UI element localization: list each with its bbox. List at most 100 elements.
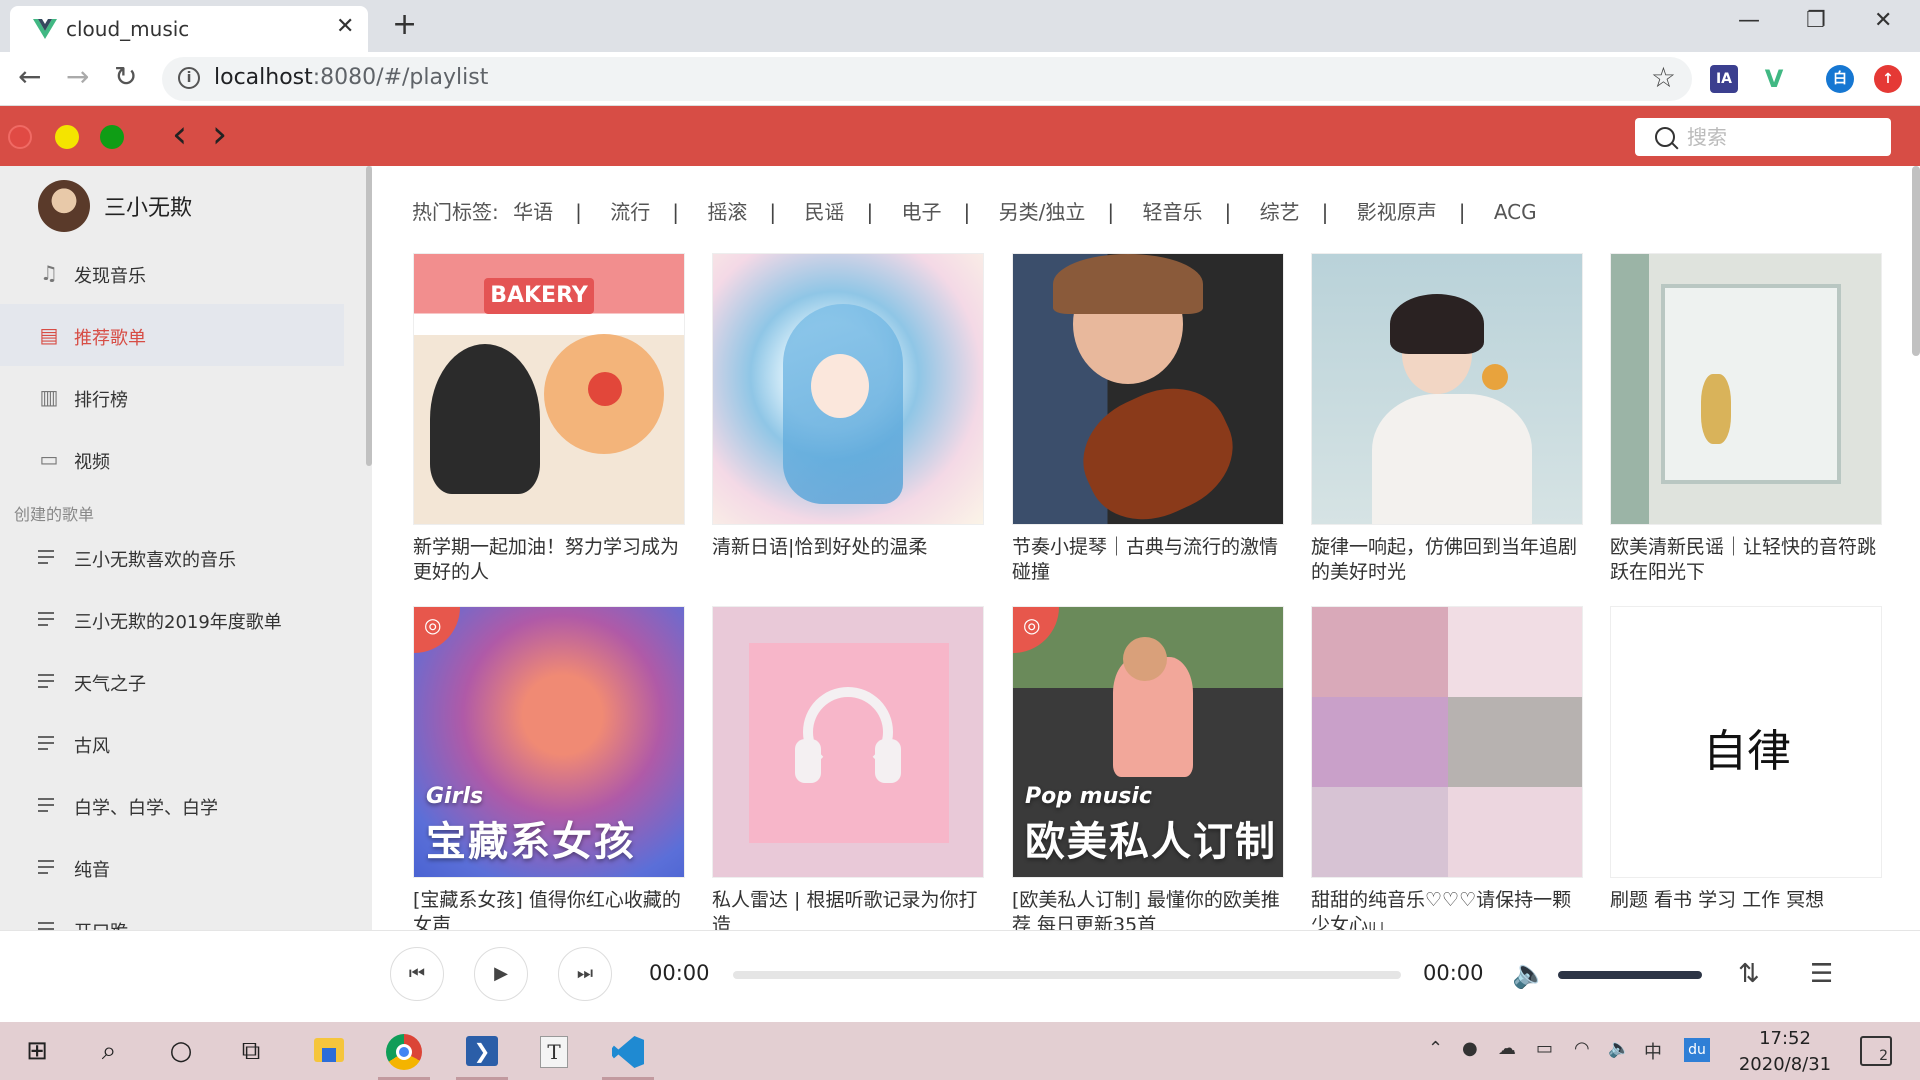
tag-item[interactable]: 影视原声	[1357, 200, 1437, 224]
sidebar-playlist-item[interactable]: 三小无欺的2019年度歌单	[0, 588, 344, 650]
playlist-title[interactable]: [宝藏系女孩] 值得你红心收藏的女声	[413, 888, 685, 930]
battery-icon[interactable]: ▭	[1536, 1038, 1553, 1059]
playlist-card[interactable]: 旋律一响起，仿佛回到当年追剧的美好时光	[1311, 253, 1583, 585]
browser-tab[interactable]: cloud_music ✕	[10, 6, 368, 52]
task-view-icon[interactable]: ⧉	[234, 1034, 268, 1068]
notification-icon[interactable]: 2	[1860, 1036, 1892, 1066]
cortana-icon[interactable]: ○	[164, 1034, 198, 1068]
playlist-card[interactable]: ◎ Pop music 欧美私人订制 [欧美私人订制] 最懂你的欧美推荐 每日更…	[1012, 606, 1284, 930]
playlist-card[interactable]: ◎ Girls 宝藏系女孩 [宝藏系女孩] 值得你红心收藏的女声	[413, 606, 685, 930]
playlist-queue-icon[interactable]: ☰	[1810, 959, 1833, 989]
close-tab-icon[interactable]: ✕	[336, 14, 354, 39]
playlist-cover[interactable]	[712, 253, 984, 525]
url-text[interactable]: localhost:8080/#/playlist	[214, 65, 488, 90]
sidebar-playlist-item[interactable]: 白学、白学、白学	[0, 774, 344, 836]
search-icon[interactable]: ⌕	[92, 1034, 126, 1068]
playlist-card[interactable]: 欧美清新民谣｜让轻快的音符跳跃在阳光下	[1610, 253, 1882, 585]
play-order-icon[interactable]: ⇅	[1738, 959, 1760, 989]
avatar[interactable]	[38, 180, 90, 232]
ia-extension-icon[interactable]: IA	[1710, 65, 1738, 93]
playlist-card[interactable]: 私人雷达 | 根据听歌记录为你打造	[712, 606, 984, 930]
reload-icon[interactable]: ↻	[114, 62, 137, 92]
playlist-cover[interactable]	[1012, 253, 1284, 525]
update-extension-icon[interactable]: ↑	[1874, 65, 1902, 93]
minimize-window-icon[interactable]: —	[1738, 8, 1760, 33]
tag-item[interactable]: 轻音乐	[1143, 200, 1203, 224]
playlist-title[interactable]: 甜甜的纯音乐♡♡♡请保持一颗少女心ய	[1311, 888, 1583, 930]
main-scrollbar[interactable]	[1912, 166, 1920, 356]
volume-icon[interactable]: 🔈	[1512, 957, 1547, 990]
file-explorer-icon[interactable]	[300, 1028, 356, 1080]
playlist-title[interactable]: 旋律一响起，仿佛回到当年追剧的美好时光	[1311, 535, 1583, 585]
playlist-title[interactable]: 刷题 看书 学习 工作 冥想	[1610, 888, 1882, 930]
playlist-title[interactable]: 清新日语|恰到好处的温柔	[712, 535, 984, 585]
playlist-cover[interactable]: 自律	[1610, 606, 1882, 878]
playlist-cover[interactable]: ◎ Pop music 欧美私人订制	[1012, 606, 1284, 878]
site-info-icon[interactable]: i	[178, 67, 200, 89]
playlist-card[interactable]: BAKERY 新学期一起加油！努力学习成为更好的人	[413, 253, 685, 585]
sidebar-item-recommended-playlists[interactable]: ▤ 推荐歌单	[0, 304, 344, 366]
volume-slider[interactable]	[1558, 971, 1702, 979]
bookmark-star-icon[interactable]: ☆	[1651, 63, 1676, 93]
tag-item[interactable]: 综艺	[1260, 200, 1300, 224]
tag-item[interactable]: 民谣	[804, 200, 844, 224]
playlist-cover[interactable]	[1610, 253, 1882, 525]
progress-bar[interactable]	[733, 971, 1401, 979]
close-window-icon[interactable]: ✕	[1874, 8, 1892, 33]
tag-item[interactable]: 摇滚	[707, 200, 747, 224]
playlist-cover[interactable]: BAKERY	[413, 253, 685, 525]
sidebar-item-charts[interactable]: ▥ 排行榜	[0, 366, 344, 428]
playlist-card[interactable]: 清新日语|恰到好处的温柔	[712, 253, 984, 585]
sidebar-playlist-item[interactable]: 天气之子	[0, 650, 344, 712]
sidebar-playlist-item[interactable]: 三小无欺喜欢的音乐	[0, 526, 344, 588]
sidebar-item-discover[interactable]: ♫ 发现音乐	[0, 242, 344, 304]
maximize-app-icon[interactable]	[100, 125, 124, 149]
restore-window-icon[interactable]: ❐	[1806, 8, 1826, 33]
tag-item[interactable]: 电子	[902, 200, 942, 224]
play-button[interactable]: ▶	[474, 947, 528, 1001]
tag-item[interactable]: 另类/独立	[999, 200, 1086, 224]
windows-start-icon[interactable]: ⊞	[20, 1034, 54, 1068]
tag-item[interactable]: 华语	[513, 200, 553, 224]
speaker-icon[interactable]: 🔈	[1608, 1038, 1630, 1059]
playlist-card[interactable]: 自律 刷题 看书 学习 工作 冥想	[1610, 606, 1882, 930]
sidebar-playlist-item[interactable]: 开口跪	[0, 898, 344, 930]
playlist-title[interactable]: 私人雷达 | 根据听歌记录为你打造	[712, 888, 984, 930]
next-track-button[interactable]: ⏭	[558, 947, 612, 1001]
sidebar-playlist-item[interactable]: 古风	[0, 712, 344, 774]
playlist-cover[interactable]	[712, 606, 984, 878]
tag-item[interactable]: 流行	[610, 200, 650, 224]
vscode-icon[interactable]	[600, 1028, 656, 1080]
sidebar-playlist-item[interactable]: 纯音	[0, 836, 344, 898]
playlist-cover[interactable]	[1311, 253, 1583, 525]
qq-icon[interactable]: ●	[1462, 1038, 1478, 1059]
ime-indicator[interactable]: 中	[1644, 1038, 1662, 1064]
address-bar[interactable]: i localhost:8080/#/playlist ☆	[162, 57, 1692, 101]
close-app-icon[interactable]	[8, 125, 32, 149]
vue-devtools-icon[interactable]: V	[1760, 65, 1788, 93]
playlist-title[interactable]: [欧美私人订制] 最懂你的欧美推荐 每日更新35首	[1012, 888, 1284, 930]
taskbar-clock[interactable]: 17:52 2020/8/31	[1730, 1026, 1840, 1078]
cloud-icon[interactable]: ☁	[1498, 1038, 1516, 1059]
tag-item[interactable]: ACG	[1494, 200, 1537, 224]
search-input[interactable]	[1687, 122, 1877, 152]
playlist-cover[interactable]: ◎ Girls 宝藏系女孩	[413, 606, 685, 878]
back-chevron-icon[interactable]: ‹	[172, 114, 187, 154]
chrome-icon[interactable]	[376, 1028, 432, 1080]
forward-chevron-icon[interactable]: ›	[212, 114, 227, 154]
powershell-icon[interactable]: ❯	[454, 1028, 510, 1080]
username[interactable]: 三小无欺	[104, 190, 192, 222]
playlist-card[interactable]: 节奏小提琴｜古典与流行的激情碰撞	[1012, 253, 1284, 585]
search-box[interactable]	[1635, 118, 1891, 156]
back-arrow-icon[interactable]: ←	[18, 62, 41, 92]
wifi-icon[interactable]: ◠	[1574, 1038, 1590, 1059]
profile-extension-icon[interactable]: 白	[1826, 65, 1854, 93]
baidu-input-icon[interactable]: du	[1684, 1038, 1710, 1062]
previous-track-button[interactable]: ⏮	[390, 947, 444, 1001]
typora-icon[interactable]: T	[526, 1028, 582, 1080]
playlist-title[interactable]: 新学期一起加油！努力学习成为更好的人	[413, 535, 685, 585]
minimize-app-icon[interactable]	[55, 125, 79, 149]
new-tab-button[interactable]: +	[392, 8, 417, 42]
forward-arrow-icon[interactable]: →	[66, 62, 89, 92]
playlist-cover[interactable]	[1311, 606, 1583, 878]
